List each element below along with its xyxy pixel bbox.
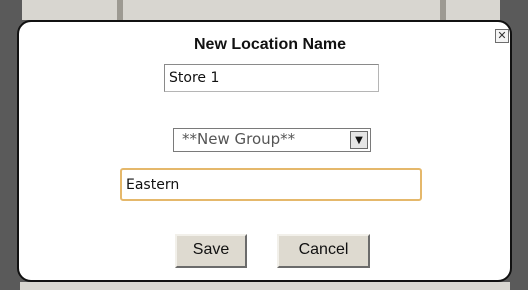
background-column-divider [440, 0, 446, 20]
new-group-name-input[interactable] [120, 168, 422, 201]
dialog-title: New Location Name [193, 36, 347, 53]
chevron-down-icon[interactable]: ▼ [350, 131, 368, 149]
group-select[interactable]: **New Group** ▼ [173, 128, 371, 152]
close-icon[interactable]: ✕ [495, 29, 509, 43]
background-page-fragment [22, 0, 500, 20]
group-select-value: **New Group** [182, 130, 296, 148]
save-button[interactable]: Save [175, 234, 247, 268]
location-name-input[interactable] [164, 64, 379, 92]
background-column-divider [117, 0, 123, 20]
cancel-button[interactable]: Cancel [277, 234, 370, 268]
background-page-fragment [20, 282, 510, 290]
